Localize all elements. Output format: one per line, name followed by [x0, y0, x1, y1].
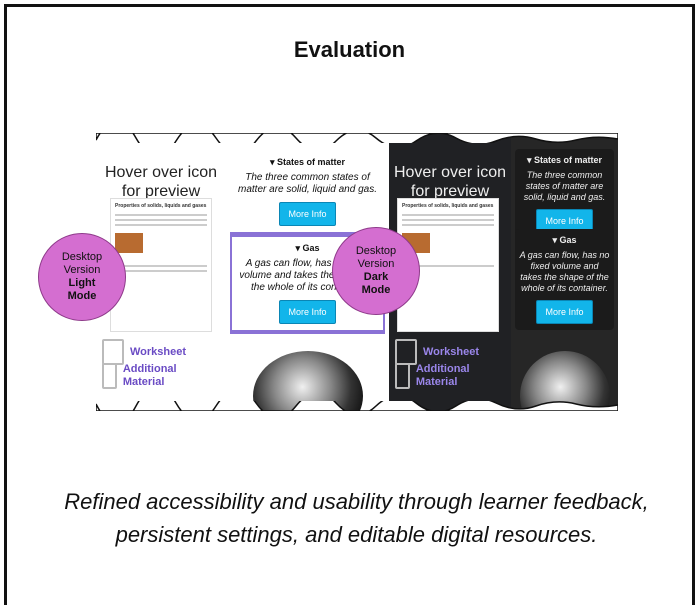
card-heading[interactable]: ▾ Gas	[519, 235, 610, 246]
worksheet-line	[402, 219, 494, 221]
hover-title: Hover over icon for preview	[104, 164, 218, 200]
badge-line: Mode	[67, 290, 97, 302]
card-states-of-matter: ▾ States of matter The three common stat…	[515, 149, 614, 239]
badge-line: Desktop	[355, 245, 397, 257]
resource-worksheet[interactable]: Worksheet	[102, 339, 186, 365]
more-info-button[interactable]: More Info	[536, 300, 593, 324]
torn-edge-top	[96, 133, 618, 143]
desktop-light-mode-badge: Desktop Version Light Mode	[38, 233, 126, 321]
worksheet-line	[115, 265, 207, 267]
caption: Refined accessibility and usability thro…	[64, 489, 649, 547]
resource-label: Additional Material	[415, 363, 470, 388]
worksheet-line	[402, 214, 494, 216]
worksheet-line	[115, 214, 207, 216]
slide-frame: Evaluation Hover over icon for preview P…	[4, 4, 695, 605]
document-icon	[102, 339, 124, 365]
resource-additional-material[interactable]: Additional Material	[102, 363, 182, 389]
card-states-of-matter: ▾ States of matter The three common stat…	[230, 151, 385, 236]
hover-title: Hover over icon for preview	[393, 164, 507, 200]
resource-additional-material[interactable]: Additional Material	[395, 363, 475, 389]
card-text: A gas can flow, has no fixed volume and …	[519, 250, 610, 293]
document-icon	[102, 363, 117, 389]
document-icon	[395, 339, 417, 365]
more-info-button[interactable]: More Info	[279, 300, 336, 324]
worksheet-line	[402, 224, 494, 226]
dark-main: ▾ States of matter The three common stat…	[511, 133, 618, 411]
worksheet-line	[115, 270, 207, 272]
slide-title: Evaluation	[293, 37, 406, 62]
resource-worksheet[interactable]: Worksheet	[395, 339, 479, 365]
resource-label: Additional Material	[122, 363, 177, 388]
worksheet-line	[115, 219, 207, 221]
worksheet-heading: Properties of solids, liquids and gases	[402, 203, 494, 209]
torn-edge-bottom	[96, 401, 618, 411]
badge-line: Mode	[361, 284, 391, 296]
card-text: The three common states of matter are so…	[523, 170, 606, 202]
resource-label: Worksheet	[423, 345, 480, 358]
badge-line: Desktop	[61, 251, 103, 263]
worksheet-heading: Properties of solids, liquids and gases	[115, 203, 207, 209]
worksheet-preview: Properties of solids, liquids and gases	[110, 198, 212, 332]
worksheet-line	[115, 224, 207, 226]
badge-line: Dark	[363, 271, 389, 283]
resource-label: Worksheet	[130, 345, 187, 358]
card-heading[interactable]: ▾ States of matter	[234, 157, 381, 168]
badge-line: Version	[357, 258, 395, 270]
card-heading[interactable]: ▾ States of matter	[519, 155, 610, 166]
badge-line: Version	[63, 264, 101, 276]
more-info-button[interactable]: More Info	[279, 202, 336, 226]
desktop-dark-mode-badge: Desktop Version Dark Mode	[332, 227, 420, 315]
card-text: The three common states of matter are so…	[238, 172, 377, 195]
document-icon	[395, 363, 410, 389]
worksheet-image	[115, 233, 143, 253]
badge-line: Light	[68, 277, 96, 289]
card-gas: ▾ Gas A gas can flow, has no fixed volum…	[515, 229, 614, 330]
